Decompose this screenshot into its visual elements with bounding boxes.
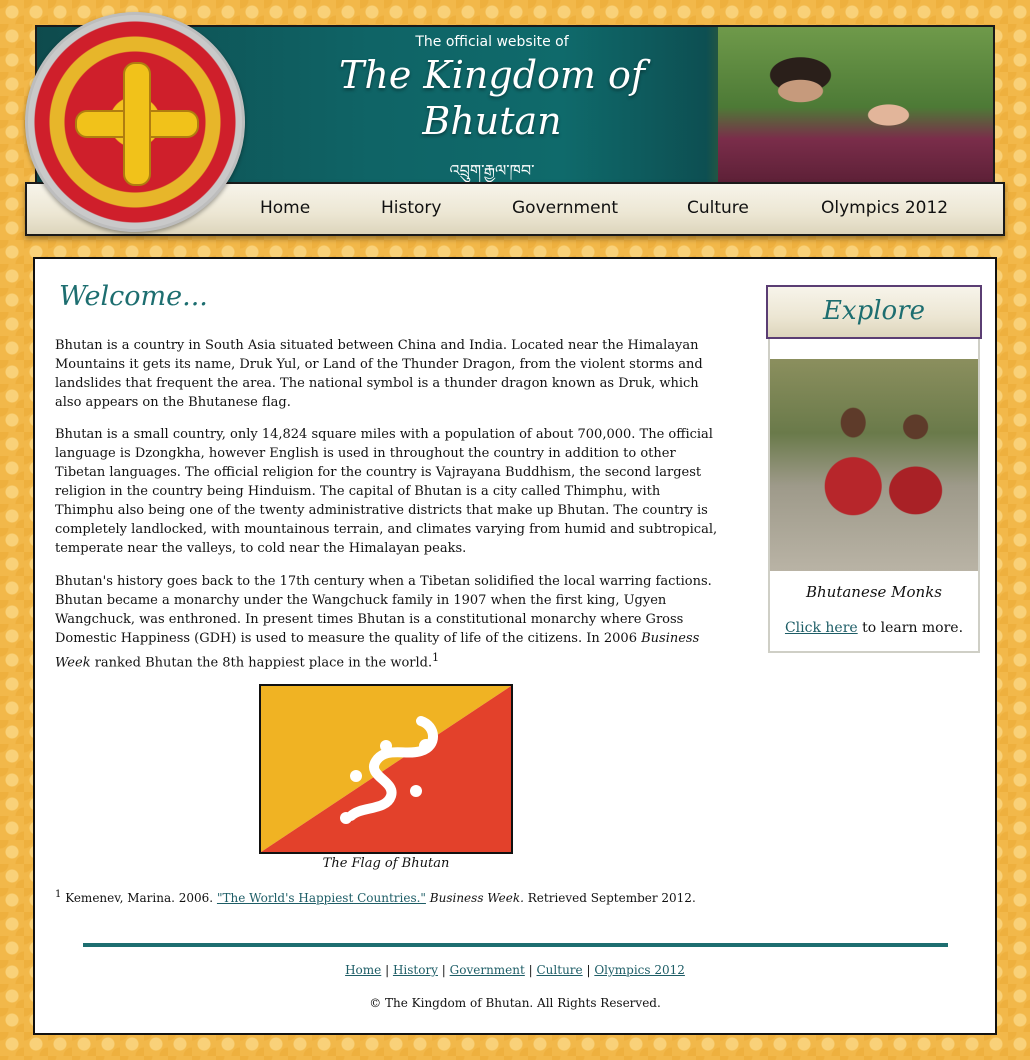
thunder-dragon-icon bbox=[340, 716, 438, 824]
paragraph-3-text-b: ranked Bhutan the 8th happiest place in … bbox=[90, 655, 433, 671]
footnote-publication: Business Week. bbox=[429, 891, 524, 905]
nav-history[interactable]: History bbox=[381, 198, 441, 218]
explore-header: Explore bbox=[766, 285, 982, 339]
welcome-heading: Welcome... bbox=[59, 281, 208, 312]
site-tagline: The official website of bbox=[415, 34, 569, 50]
footer-divider bbox=[83, 943, 948, 947]
flag-caption: The Flag of Bhutan bbox=[322, 856, 450, 871]
footer-link-government[interactable]: Government bbox=[450, 963, 525, 977]
intro-paragraph-2: Bhutan is a small country, only 14,824 s… bbox=[55, 427, 718, 556]
monks-click-here-link[interactable]: Click here bbox=[785, 620, 858, 636]
site-title-line1: The Kingdom of bbox=[339, 53, 645, 97]
explore-card: Bhutanese Monks Click here to learn more… bbox=[768, 339, 980, 653]
footnote-ref: 1 bbox=[432, 651, 440, 664]
footer-link-olympics-2012[interactable]: Olympics 2012 bbox=[594, 963, 685, 977]
intro-paragraph-3: Bhutan's history goes back to the 17th c… bbox=[55, 572, 720, 672]
explore-sidebar: Explore Bhutanese Monks Click here to le… bbox=[766, 285, 982, 655]
footer-link-culture[interactable]: Culture bbox=[537, 963, 583, 977]
footnote-prefix: Kemenev, Marina. 2006. bbox=[61, 891, 217, 905]
monks-learn-more-text: to learn more. bbox=[857, 620, 964, 636]
bhutanese-monks-photo[interactable] bbox=[770, 359, 978, 571]
copyright-notice: © The Kingdom of Bhutan. All Rights Rese… bbox=[369, 996, 661, 1010]
nav-culture[interactable]: Culture bbox=[687, 198, 749, 218]
vajra-emblem-bar-vertical bbox=[123, 62, 151, 186]
footer-sep: | bbox=[582, 963, 595, 977]
bhutan-flag-image bbox=[259, 684, 513, 854]
dzongkha-title: འབྲུག་རྒྱལ་ཁབ་ bbox=[449, 161, 535, 180]
nav-home[interactable]: Home bbox=[260, 198, 310, 218]
footer-sep: | bbox=[524, 963, 537, 977]
footer-sep: | bbox=[437, 963, 450, 977]
footer-link-history[interactable]: History bbox=[393, 963, 438, 977]
monks-learn-more: Click here to learn more. bbox=[770, 620, 978, 636]
main-content: Welcome... Bhutan is a country in South … bbox=[33, 257, 997, 1035]
footnote-suffix: Retrieved September 2012. bbox=[523, 891, 696, 905]
paragraph-3-text-a: Bhutan's history goes back to the 17th c… bbox=[55, 574, 712, 646]
site-title-line2: Bhutan bbox=[422, 99, 562, 143]
footer-link-home[interactable]: Home bbox=[345, 963, 381, 977]
site-title: The Kingdom of Bhutan bbox=[332, 52, 652, 144]
royal-couple-photo bbox=[718, 27, 993, 183]
footnote: 1 Kemenev, Marina. 2006. "The World's Ha… bbox=[55, 889, 696, 905]
footnote-article-link[interactable]: "The World's Happiest Countries." bbox=[217, 891, 426, 905]
nav-olympics-2012[interactable]: Olympics 2012 bbox=[821, 198, 948, 218]
intro-paragraph-1: Bhutan is a country in South Asia situat… bbox=[55, 338, 703, 410]
nav-government[interactable]: Government bbox=[512, 198, 618, 218]
footer-nav: Home | History | Government | Culture | … bbox=[35, 963, 995, 977]
bhutan-emblem-logo bbox=[25, 12, 245, 232]
footer-sep: | bbox=[381, 963, 393, 977]
explore-heading: Explore bbox=[822, 296, 926, 326]
monks-caption: Bhutanese Monks bbox=[805, 583, 943, 601]
